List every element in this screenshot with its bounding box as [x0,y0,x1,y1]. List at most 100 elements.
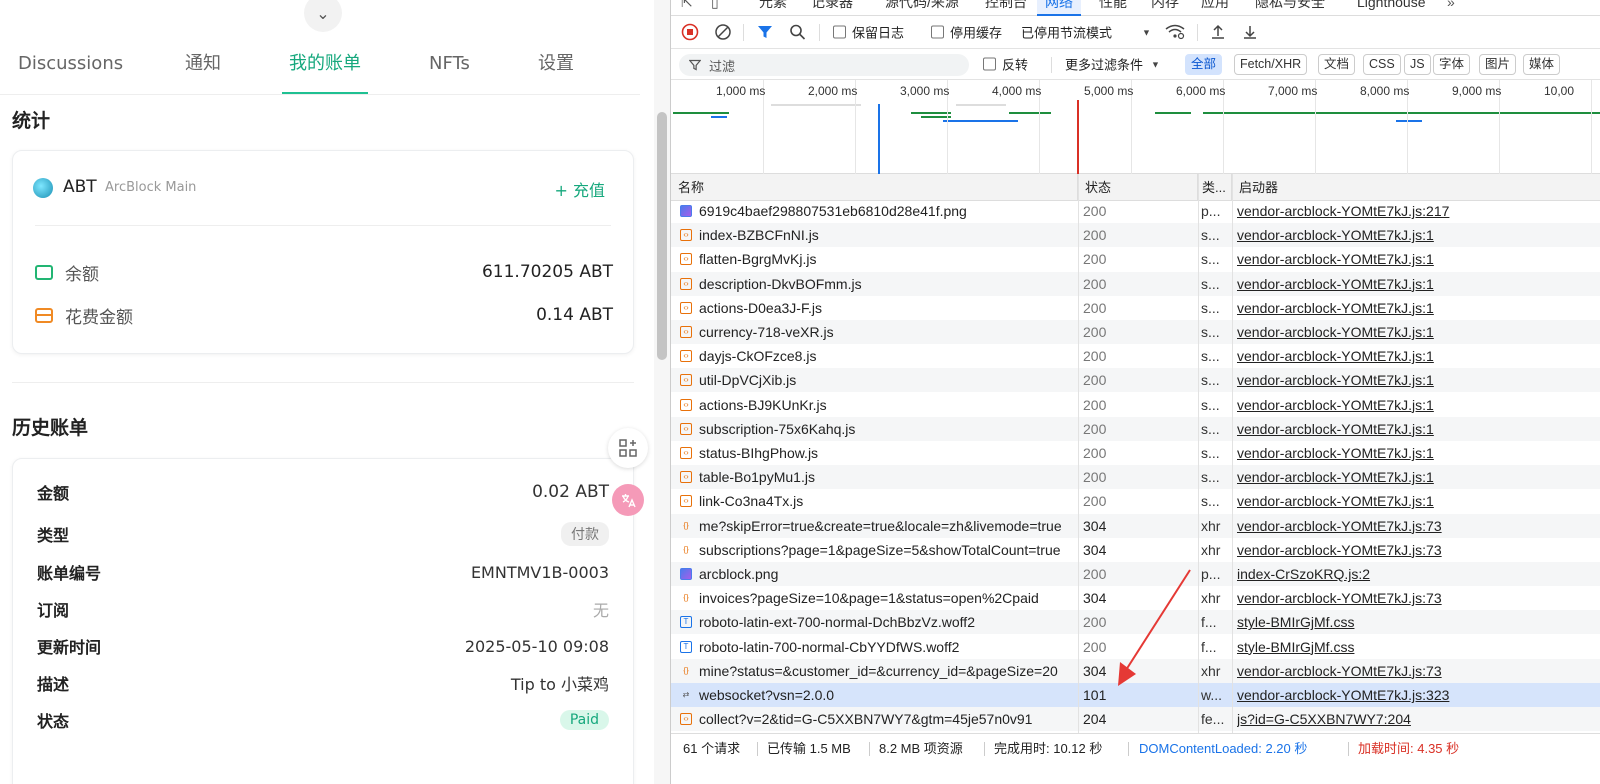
request-row[interactable]: {} me?skipError=true&create=true&locale=z… [671,513,1600,538]
request-initiator-link[interactable]: vendor-arcblock-YOMtE7kJ.js:73 [1237,514,1597,538]
request-name[interactable]: flatten-BgrgMvKj.js [699,247,1075,271]
export-har-button[interactable] [1242,24,1258,40]
request-initiator-link[interactable]: js?id=G-C5XXBN7WY7:204 [1237,707,1597,731]
filter-type-media[interactable]: 媒体 [1523,54,1561,75]
tab-settings[interactable]: 设置 [538,48,574,94]
more-filters-dropdown[interactable]: 更多过滤条件 ▼ [1065,55,1160,74]
request-initiator-link[interactable]: style-BMIrGjMf.css [1237,635,1597,659]
request-initiator-link[interactable]: vendor-arcblock-YOMtE7kJ.js:1 [1237,465,1597,489]
request-initiator-link[interactable]: vendor-arcblock-YOMtE7kJ.js:1 [1237,417,1597,441]
request-initiator-link[interactable]: vendor-arcblock-YOMtE7kJ.js:1 [1237,272,1597,296]
column-type[interactable]: 类... [1198,174,1232,201]
disable-cache-checkbox[interactable]: 停用缓存 [931,23,1002,42]
tab-sources[interactable]: 源代码/来源 [885,0,959,16]
request-name[interactable]: roboto-latin-ext-700-normal-DchBbzVz.wof… [699,610,1075,634]
request-name[interactable]: 6919c4baef298807531eb6810d28e41f.png [699,201,1075,223]
request-name[interactable]: table-Bo1pyMu1.js [699,465,1075,489]
request-initiator-link[interactable]: vendor-arcblock-YOMtE7kJ.js:1 [1237,223,1597,247]
request-name[interactable]: currency-718-veXR.js [699,320,1075,344]
request-name[interactable]: index-BZBCFnNI.js [699,223,1075,247]
request-row[interactable]: ‹› dayjs-CkOFzce8.js 200 s... vendor-arcbloc… [671,344,1600,368]
request-row[interactable]: {} subscriptions?page=1&pageSize=5&showTo… [671,538,1600,562]
request-initiator-link[interactable]: vendor-arcblock-YOMtE7kJ.js:73 [1237,538,1597,562]
request-initiator-link[interactable]: vendor-arcblock-YOMtE7kJ.js:1 [1237,441,1597,465]
request-initiator-link[interactable]: vendor-arcblock-YOMtE7kJ.js:1 [1237,320,1597,344]
apps-button[interactable] [608,428,648,468]
tab-performance[interactable]: 性能 [1099,0,1127,16]
request-initiator-link[interactable]: index-CrSzoKRQ.js:2 [1237,562,1597,586]
request-name[interactable]: util-DpVCjXib.js [699,368,1075,392]
request-name[interactable]: description-DkvBOFmm.js [699,272,1075,296]
column-status[interactable]: 状态 [1078,174,1198,201]
request-name[interactable]: arcblock.png [699,562,1075,586]
request-name[interactable]: subscriptions?page=1&pageSize=5&showTota… [699,538,1075,562]
filter-type-fetch-xhr[interactable]: Fetch/XHR [1234,54,1308,75]
tab-network[interactable]: 网络 [1037,0,1081,16]
tab-privacy-security[interactable]: 隐私与安全 [1255,0,1325,16]
request-initiator-link[interactable]: vendor-arcblock-YOMtE7kJ.js:1 [1237,368,1597,392]
request-row[interactable]: ‹› actions-D0ea3J-F.js 200 s... vendor-arcbl… [671,296,1600,320]
filter-input[interactable]: 过滤 [679,54,969,76]
request-row[interactable]: ‹› collect?v=2&tid=G-C5XXBN7WY7&gtm=45je5… [671,707,1600,732]
tab-nfts[interactable]: NFTs [429,48,470,94]
search-button[interactable] [789,24,806,41]
request-row[interactable]: ‹› status-BIhgPhow.js 200 s... vendor-arcblo… [671,441,1600,465]
request-name[interactable]: link-Co3na4Tx.js [699,489,1075,513]
translate-button[interactable] [612,484,644,516]
topup-button[interactable]: + 充值 [555,177,606,201]
request-row[interactable]: ‹› description-DkvBOFmm.js 200 s... vendor-a… [671,271,1600,296]
clear-button[interactable] [714,23,732,41]
request-name[interactable]: mine?status=&customer_id=&currency_id=&p… [699,659,1075,683]
request-name[interactable]: roboto-latin-700-normal-CbYYDfWS.woff2 [699,635,1075,659]
request-initiator-link[interactable]: style-BMIrGjMf.css [1237,610,1597,634]
filter-type-img[interactable]: 图片 [1479,54,1517,75]
request-name[interactable]: invoices?pageSize=10&page=1&status=open%… [699,586,1075,610]
request-initiator-link[interactable]: vendor-arcblock-YOMtE7kJ.js:1 [1237,489,1597,513]
request-row[interactable]: 6919c4baef298807531eb6810d28e41f.png 200 p… [671,201,1600,223]
more-tabs-icon[interactable]: » [1447,0,1455,16]
tab-console[interactable]: 控制台 [985,0,1027,16]
request-initiator-link[interactable]: vendor-arcblock-YOMtE7kJ.js:1 [1237,393,1597,417]
request-row[interactable]: ‹› currency-718-veXR.js 200 s... vendor-arcb… [671,320,1600,344]
tab-my-bills[interactable]: 我的账单 [282,48,368,94]
request-initiator-link[interactable]: vendor-arcblock-YOMtE7kJ.js:323 [1237,683,1597,707]
request-row[interactable]: ‹› flatten-BgrgMvKj.js 200 s... vendor-arcbl… [671,247,1600,271]
filter-type-js[interactable]: JS [1404,54,1431,75]
request-name[interactable]: subscription-75x6Kahq.js [699,417,1075,441]
tab-memory[interactable]: 内存 [1151,0,1179,16]
device-toggle-icon[interactable]: ▯ [711,0,719,16]
column-name[interactable]: 名称 [671,174,1078,201]
scrollbar-thumb[interactable] [657,112,667,360]
network-conditions-button[interactable] [1165,24,1185,40]
request-row[interactable]: ‹› table-Bo1pyMu1.js 200 s... vendor-arcbloc… [671,465,1600,490]
request-name[interactable]: actions-D0ea3J-F.js [699,296,1075,320]
request-initiator-link[interactable]: vendor-arcblock-YOMtE7kJ.js:73 [1237,586,1597,610]
request-name[interactable]: status-BIhgPhow.js [699,441,1075,465]
tab-discussions[interactable]: Discussions [18,48,123,94]
request-row[interactable]: ‹› link-Co3na4Tx.js 200 s... vendor-arcblock… [671,489,1600,513]
timeline-overview[interactable]: 1,000 ms 2,000 ms 3,000 ms 4,000 ms 5,000 ms… [671,80,1600,174]
request-name[interactable]: actions-BJ9KUnKr.js [699,393,1075,417]
request-name[interactable]: me?skipError=true&create=true&locale=zh&… [699,514,1075,538]
tab-recorder[interactable]: 记录器 [811,0,853,16]
filter-type-font[interactable]: 字体 [1433,54,1471,75]
throttling-select[interactable]: 已停用节流模式 ▼ [1021,23,1151,42]
tab-elements[interactable]: 元素 [759,0,787,16]
tab-notifications[interactable]: 通知 [185,48,221,94]
request-row[interactable]: ‹› util-DpVCjXib.js 200 s... vendor-arcblock… [671,368,1600,393]
request-row[interactable]: ‹› index-BZBCFnNI.js 200 s... vendor-arcbloc… [671,223,1600,248]
request-row[interactable]: ‹› actions-BJ9KUnKr.js 200 s... vendor-arcbl… [671,393,1600,417]
request-initiator-link[interactable]: vendor-arcblock-YOMtE7kJ.js:73 [1237,659,1597,683]
filter-type-doc[interactable]: 文档 [1318,54,1356,75]
preserve-log-checkbox[interactable]: 保留日志 [833,23,904,42]
inspect-icon[interactable]: ⇱ [681,0,693,16]
filter-toggle-button[interactable] [757,24,773,40]
collapse-button[interactable]: ⌄ [304,0,342,32]
request-initiator-link[interactable]: vendor-arcblock-YOMtE7kJ.js:1 [1237,296,1597,320]
filter-type-all[interactable]: 全部 [1185,54,1223,75]
tab-lighthouse[interactable]: Lighthouse [1357,0,1426,16]
invert-checkbox[interactable]: 反转 [983,55,1028,74]
request-name[interactable]: websocket?vsn=2.0.0 [699,683,1075,707]
request-row[interactable]: ‹› subscription-75x6Kahq.js 200 s... vendor-… [671,416,1600,441]
tab-application[interactable]: 应用 [1201,0,1229,16]
